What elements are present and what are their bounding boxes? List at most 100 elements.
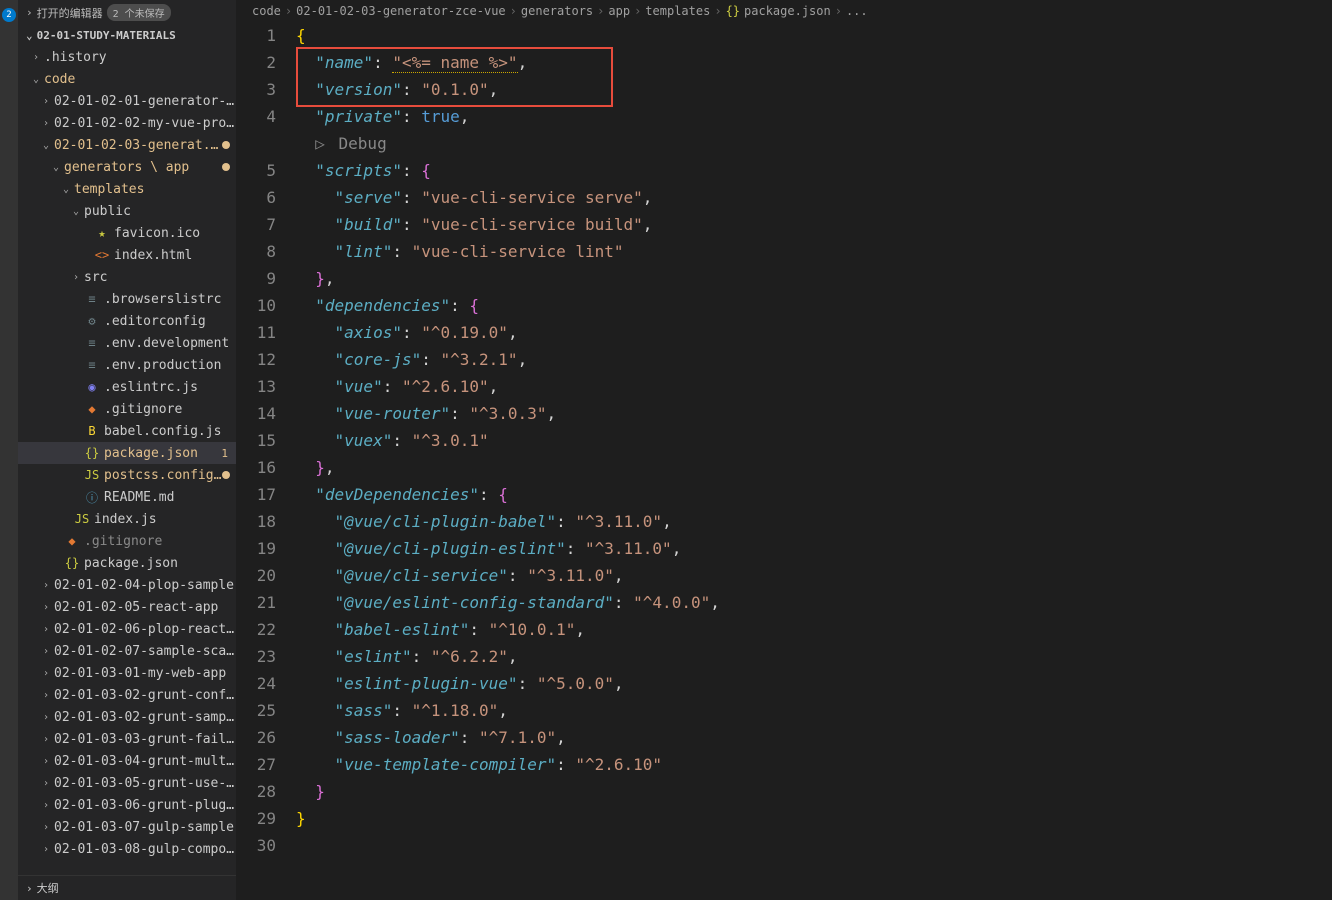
- code-line[interactable]: "scripts": {: [296, 157, 1332, 184]
- chevron-icon: ›: [38, 690, 54, 701]
- tree-file[interactable]: <>index.html: [18, 244, 236, 266]
- breadcrumb-segment[interactable]: app: [608, 4, 630, 18]
- breadcrumb-segment[interactable]: generators: [521, 4, 593, 18]
- code-line[interactable]: },: [296, 454, 1332, 481]
- tree-folder[interactable]: ›02-01-03-06-grunt-plugins: [18, 794, 236, 816]
- code-line[interactable]: "babel-eslint": "^10.0.1",: [296, 616, 1332, 643]
- breadcrumb[interactable]: code›02-01-02-03-generator-zce-vue›gener…: [236, 0, 1332, 22]
- tree-file[interactable]: ⚙.editorconfig: [18, 310, 236, 332]
- tree-file[interactable]: {}package.json1: [18, 442, 236, 464]
- tree-file[interactable]: ★favicon.ico: [18, 222, 236, 244]
- code-line[interactable]: }: [296, 805, 1332, 832]
- tree-folder[interactable]: ›02-01-02-06-plop-react-app: [18, 618, 236, 640]
- html-icon: <>: [94, 248, 110, 262]
- line-number: 2: [236, 49, 276, 76]
- outline-header[interactable]: › 大纲: [18, 875, 236, 900]
- chevron-icon: ›: [38, 756, 54, 767]
- tree-folder[interactable]: ⌄templates: [18, 178, 236, 200]
- line-number: 10: [236, 292, 276, 319]
- tree-file[interactable]: ≡.env.development: [18, 332, 236, 354]
- tree-file[interactable]: JSindex.js: [18, 508, 236, 530]
- notification-badge[interactable]: 2: [2, 8, 16, 22]
- breadcrumb-segment[interactable]: templates: [645, 4, 710, 18]
- tree-folder[interactable]: ›src: [18, 266, 236, 288]
- tree-folder[interactable]: ⌄generators \ app: [18, 156, 236, 178]
- tree-folder[interactable]: ›02-01-02-04-plop-sample: [18, 574, 236, 596]
- line-number: 3: [236, 76, 276, 103]
- code-line[interactable]: "vue-template-compiler": "^2.6.10": [296, 751, 1332, 778]
- code-line[interactable]: "dependencies": {: [296, 292, 1332, 319]
- tree-file[interactable]: ≡.env.production: [18, 354, 236, 376]
- breadcrumb-segment[interactable]: code: [252, 4, 281, 18]
- workspace-header[interactable]: ⌄ 02-01-STUDY-MATERIALS: [18, 25, 236, 46]
- line-number: 7: [236, 211, 276, 238]
- tree-folder[interactable]: ›02-01-03-04-grunt-multi-t...: [18, 750, 236, 772]
- tree-folder[interactable]: ›.history: [18, 46, 236, 68]
- code-line[interactable]: }: [296, 778, 1332, 805]
- editor[interactable]: 1234567891011121314151617181920212223242…: [236, 22, 1332, 900]
- code-line[interactable]: "vue": "^2.6.10",: [296, 373, 1332, 400]
- tree-folder[interactable]: ›02-01-03-08-gulp-compos...: [18, 838, 236, 860]
- code-line[interactable]: [296, 832, 1332, 859]
- code-line[interactable]: "build": "vue-cli-service build",: [296, 211, 1332, 238]
- code-line[interactable]: },: [296, 265, 1332, 292]
- code-line[interactable]: "@vue/cli-plugin-babel": "^3.11.0",: [296, 508, 1332, 535]
- tree-folder[interactable]: ›02-01-03-02-grunt-sample: [18, 706, 236, 728]
- tree-file[interactable]: ≡.browserslistrc: [18, 288, 236, 310]
- tree-file[interactable]: ◉.eslintrc.js: [18, 376, 236, 398]
- code-content[interactable]: { "name": "<%= name %>", "version": "0.1…: [296, 22, 1332, 900]
- chevron-icon: ⌄: [58, 184, 74, 195]
- tree-file[interactable]: Bbabel.config.js: [18, 420, 236, 442]
- code-line[interactable]: {: [296, 22, 1332, 49]
- tree-folder[interactable]: ›02-01-02-05-react-app: [18, 596, 236, 618]
- tree-folder[interactable]: ›02-01-03-07-gulp-sample: [18, 816, 236, 838]
- code-line[interactable]: "eslint-plugin-vue": "^5.0.0",: [296, 670, 1332, 697]
- code-line[interactable]: "eslint": "^6.2.2",: [296, 643, 1332, 670]
- js-icon: JS: [84, 468, 100, 482]
- line-number: 24: [236, 670, 276, 697]
- tree-folder[interactable]: ›02-01-02-07-sample-scaff...: [18, 640, 236, 662]
- open-editors-header[interactable]: › 打开的编辑器 2 个未保存: [18, 0, 236, 25]
- code-line[interactable]: "sass": "^1.18.0",: [296, 697, 1332, 724]
- tree-folder[interactable]: ⌄code: [18, 68, 236, 90]
- tree-folder[interactable]: ›02-01-02-01-generator-sa...: [18, 90, 236, 112]
- code-line[interactable]: "axios": "^0.19.0",: [296, 319, 1332, 346]
- tree-file[interactable]: ◆.gitignore: [18, 398, 236, 420]
- tree-file[interactable]: {}package.json: [18, 552, 236, 574]
- debug-codelens[interactable]: ▷ Debug: [296, 130, 1332, 157]
- breadcrumb-segment[interactable]: ...: [846, 4, 868, 18]
- code-line[interactable]: "@vue/eslint-config-standard": "^4.0.0",: [296, 589, 1332, 616]
- line-number: 6: [236, 184, 276, 211]
- tree-file[interactable]: ⓘREADME.md: [18, 486, 236, 508]
- tree-folder[interactable]: ›02-01-03-05-grunt-use-pl...: [18, 772, 236, 794]
- modified-dot-icon: [222, 163, 230, 171]
- code-line[interactable]: "name": "<%= name %>",: [296, 49, 1332, 76]
- tree-item-label: 02-01-02-01-generator-sa...: [54, 94, 236, 109]
- code-line[interactable]: "serve": "vue-cli-service serve",: [296, 184, 1332, 211]
- git-icon: ◆: [84, 402, 100, 416]
- code-line[interactable]: "core-js": "^3.2.1",: [296, 346, 1332, 373]
- code-line[interactable]: "vuex": "^3.0.1": [296, 427, 1332, 454]
- code-line[interactable]: "vue-router": "^3.0.3",: [296, 400, 1332, 427]
- code-line[interactable]: "version": "0.1.0",: [296, 76, 1332, 103]
- code-line[interactable]: "@vue/cli-plugin-eslint": "^3.11.0",: [296, 535, 1332, 562]
- tree-folder[interactable]: ⌄02-01-02-03-generat...: [18, 134, 236, 156]
- code-line[interactable]: "private": true,: [296, 103, 1332, 130]
- tree-file[interactable]: JSpostcss.config.js: [18, 464, 236, 486]
- code-line[interactable]: "lint": "vue-cli-service lint": [296, 238, 1332, 265]
- code-line[interactable]: "@vue/cli-service": "^3.11.0",: [296, 562, 1332, 589]
- tree-item-label: 02-01-03-03-grunt-failed: [54, 732, 236, 747]
- tree-folder[interactable]: ›02-01-03-01-my-web-app: [18, 662, 236, 684]
- tree-item-label: .editorconfig: [104, 314, 236, 329]
- tree-folder[interactable]: ›02-01-03-03-grunt-failed: [18, 728, 236, 750]
- file-tree[interactable]: ›.history⌄code›02-01-02-01-generator-sa.…: [18, 46, 236, 875]
- tree-folder[interactable]: ⌄public: [18, 200, 236, 222]
- tree-folder[interactable]: ›02-01-02-02-my-vue-proj...: [18, 112, 236, 134]
- line-number: 20: [236, 562, 276, 589]
- tree-file[interactable]: ◆.gitignore: [18, 530, 236, 552]
- tree-folder[interactable]: ›02-01-03-02-grunt-config: [18, 684, 236, 706]
- breadcrumb-segment[interactable]: package.json: [744, 4, 831, 18]
- breadcrumb-segment[interactable]: 02-01-02-03-generator-zce-vue: [296, 4, 506, 18]
- code-line[interactable]: "sass-loader": "^7.1.0",: [296, 724, 1332, 751]
- code-line[interactable]: "devDependencies": {: [296, 481, 1332, 508]
